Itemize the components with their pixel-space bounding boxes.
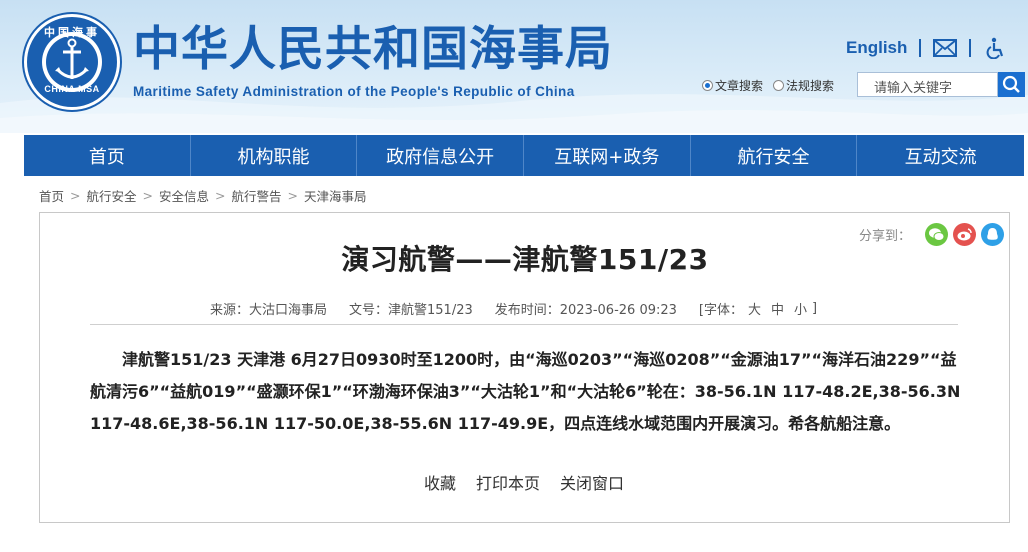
logo-top-text: 中国海事 [44,26,100,39]
search-scope: 文章搜索 法规搜索 [702,74,844,96]
breadcrumb-tianjin-msa[interactable]: 天津海事局 [304,186,367,205]
article-title: 演习航警——津航警151/23 [341,243,709,276]
close-window-button[interactable]: 关闭窗口 [560,470,624,494]
msa-logo[interactable]: 中国海事 CHINA MSA [24,14,120,110]
breadcrumb-safety-info[interactable]: 安全信息 [159,186,209,205]
main-nav: 首页 机构职能 政府信息公开 互联网+政务 航行安全 互动交流 [24,135,1024,176]
font-size-large[interactable]: 大 [748,299,761,318]
logo-bottom-text: CHINA MSA [44,84,100,94]
nav-item-functions[interactable]: 机构职能 [191,135,358,176]
breadcrumb-home[interactable]: 首页 [39,186,64,205]
search-button[interactable] [998,72,1025,97]
breadcrumb-separator-icon: > [287,187,298,203]
breadcrumb-separator-icon: > [215,187,226,203]
breadcrumb-separator-icon: > [70,187,81,203]
site-subtitle: Maritime Safety Administration of the Pe… [133,84,575,99]
breadcrumb: 首页 > 航行安全 > 安全信息 > 航行警告 > 天津海事局 [39,186,367,204]
radio-law-label[interactable]: 法规搜索 [786,77,834,94]
article-publish-date: 发布时间：2023-06-26 09:23 [494,302,677,318]
font-size-small[interactable]: 小 [794,299,807,318]
mail-icon[interactable] [933,37,958,59]
link-divider [969,39,972,57]
search-input[interactable]: 请输入关键字 [857,72,998,97]
font-size-medium[interactable]: 中 [771,299,784,318]
site-title: 中华人民共和国海事局 [133,22,613,77]
article-source: 来源：大沽口海事局 [210,302,328,318]
radio-law-search[interactable] [773,79,785,91]
link-divider [919,39,922,57]
english-link[interactable]: English [846,38,907,58]
print-button[interactable]: 打印本页 [476,470,540,494]
breadcrumb-separator-icon: > [142,187,153,203]
font-size-label: [字体： [698,302,743,318]
article-doc-number: 文号：津航警151/23 [349,302,473,318]
article-actions: 收藏 打印本页 关闭窗口 [424,470,644,494]
top-links: English [846,36,1007,60]
favorite-button[interactable]: 收藏 [424,470,456,494]
nav-item-home[interactable]: 首页 [24,135,191,176]
meta-divider [90,324,958,325]
search-icon [1002,75,1020,93]
nav-item-gov-info[interactable]: 政府信息公开 [357,135,524,176]
nav-item-internet-gov[interactable]: 互联网+政务 [524,135,691,176]
article-body: 津航警151/23 天津港 6月27日0930时至1200时，由“海巡0203”… [90,350,961,433]
nav-item-interaction[interactable]: 互动交流 [857,135,1024,176]
nav-item-navigation-safety[interactable]: 航行安全 [691,135,858,176]
radio-article-search[interactable] [702,79,713,91]
breadcrumb-nav-warnings[interactable]: 航行警告 [232,186,282,205]
breadcrumb-navigation-safety[interactable]: 航行安全 [87,186,137,205]
accessibility-icon[interactable] [983,37,1007,60]
article-meta: 来源：大沽口海事局 文号：津航警151/23 发布时间：2023-06-26 0… [210,298,817,318]
radio-article-label[interactable]: 文章搜索 [715,77,763,94]
font-size-close: ] [812,300,818,316]
